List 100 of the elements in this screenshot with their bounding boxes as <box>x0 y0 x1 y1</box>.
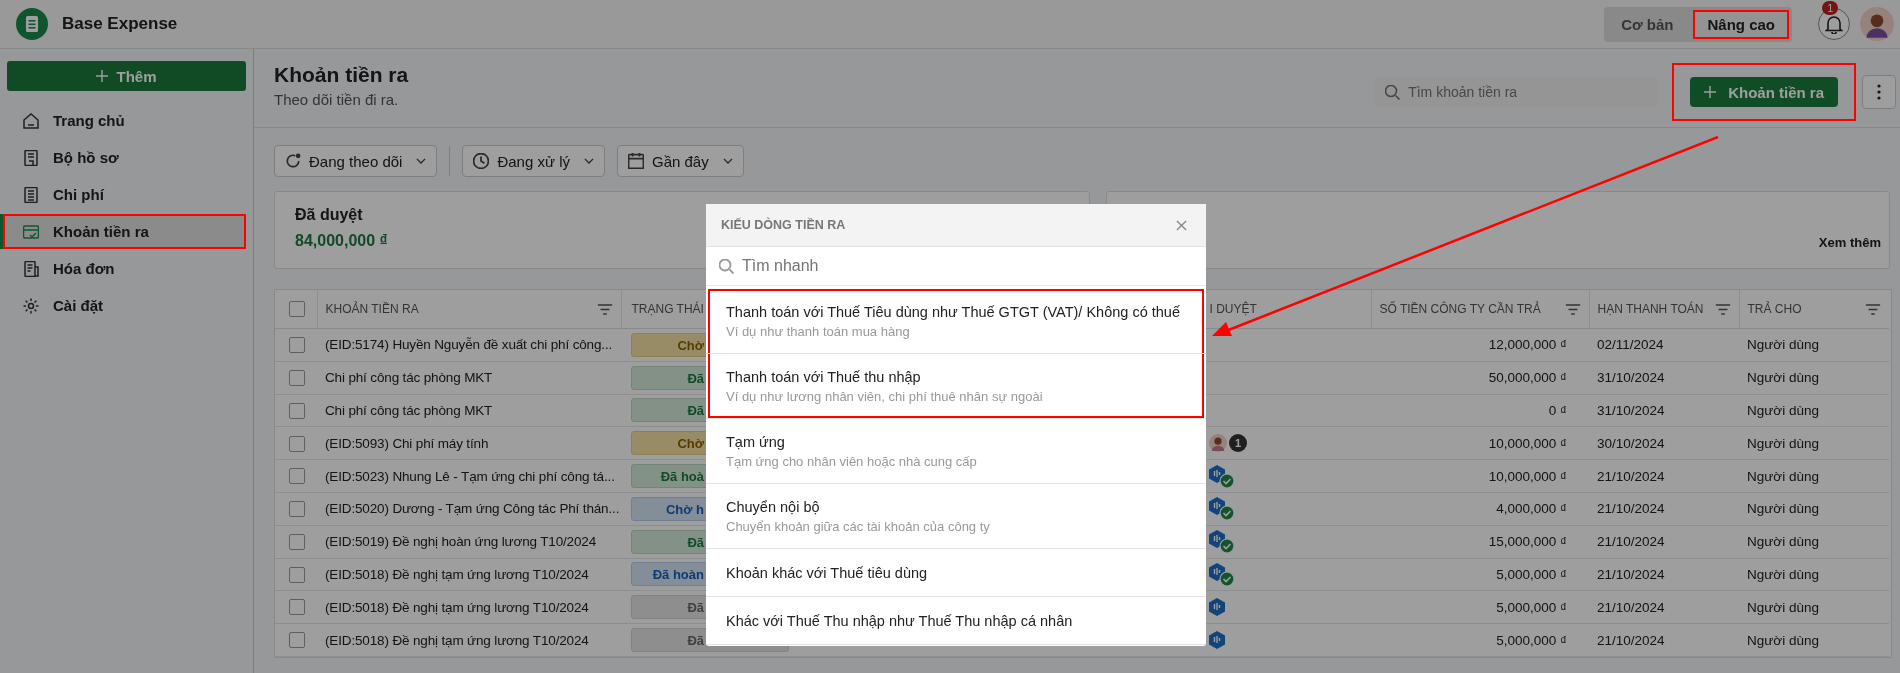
page-subtitle: Theo dõi tiền đi ra. <box>274 91 400 108</box>
table-cell: (EID:5018) Đề nghị tạm ứng lương T10/2024 <box>325 599 589 615</box>
table-cell: 31/10/2024 <box>1597 370 1665 386</box>
filter-icon[interactable] <box>1865 303 1881 315</box>
table-cell: 21/10/2024 <box>1597 632 1665 648</box>
flow-type-option[interactable]: Khác với Thuế Thu nhập như Thuế Thu nhập cá nhân <box>706 597 1206 645</box>
summary-amount: 84,000,000 ₫ <box>295 232 388 250</box>
table-cell: (EID:5093) Chi phí máy tính <box>325 435 489 451</box>
table-cell: 31/10/2024 <box>1597 403 1665 418</box>
row-checkbox[interactable] <box>289 566 305 583</box>
table-cell: Người dùng <box>1747 632 1819 648</box>
caret-icon <box>416 158 427 164</box>
search-field[interactable]: Tìm khoản tiền ra <box>1374 77 1659 107</box>
plus-icon <box>96 70 109 82</box>
home-icon <box>23 112 39 129</box>
row-checkbox[interactable] <box>289 501 305 518</box>
table-cell: 21/10/2024 <box>1597 599 1665 615</box>
column-header: TRẢ CHO <box>1747 302 1802 316</box>
table-cell: 0 ₫ <box>1548 403 1567 418</box>
nav-item[interactable]: Bộ hồ sơ <box>7 140 246 175</box>
table-cell: Chi phí công tác phòng MKT <box>325 370 493 386</box>
row-checkbox[interactable] <box>289 533 305 550</box>
table-cell: (EID:5023) Nhung Lê - Tạm ứng chi phí công tá... <box>325 468 615 484</box>
calendar-icon <box>628 153 644 169</box>
table-cell: 21/10/2024 <box>1597 534 1665 550</box>
column-header: KHOẢN TIỀN RA <box>325 302 419 316</box>
table-cell: 5,000,000 ₫ <box>1496 599 1567 615</box>
row-checkbox[interactable] <box>289 369 305 386</box>
page-title: Khoản tiền ra <box>274 63 409 87</box>
table-cell: 15,000,000 ₫ <box>1488 534 1567 550</box>
flow-type-option[interactable]: Chuyển nội bộ Chuyển khoản giữa các tài khoản của công ty <box>706 484 1206 549</box>
dialog-title: KIẾU DÒNG TIỀN RA <box>721 218 846 232</box>
table-cell: Người dùng <box>1747 403 1819 418</box>
clock-icon <box>473 153 490 169</box>
select-all-checkbox[interactable] <box>289 301 305 317</box>
flow-type-option[interactable]: Thanh toán với Thuế thu nhập Ví dụ như lương nhân viên, chi phí thuê nhân sự ngoài <box>706 354 1206 419</box>
row-checkbox[interactable] <box>289 599 305 616</box>
row-checkbox[interactable] <box>289 337 305 354</box>
table-cell: Người dùng <box>1747 370 1819 386</box>
filter-icon[interactable] <box>1564 303 1581 315</box>
table-cell: (EID:5018) Đề nghị tạm ứng lương T10/2024 <box>325 566 589 582</box>
column-header: I DUYỆT <box>1209 302 1257 316</box>
row-checkbox[interactable] <box>289 435 305 452</box>
nav-item[interactable]: Khoản tiền ra <box>0 214 246 249</box>
row-checkbox[interactable] <box>289 632 305 649</box>
quick-search-field[interactable]: Tìm nhanh <box>706 247 1206 285</box>
notification-badge: 1 <box>1822 0 1839 15</box>
table-cell: Chi phí công tác phòng MKT <box>325 403 493 418</box>
table-cell: Người dùng <box>1747 435 1819 451</box>
caret-icon <box>584 158 594 164</box>
table-cell: Người dùng <box>1747 566 1819 582</box>
flow-type-option[interactable]: Thanh toán với Thuế Tiêu dùng như Thuế GTGT (VAT)/ Không có thuế Ví dụ như thanh toán mua hàng <box>706 289 1206 354</box>
add-outflow-button[interactable]: Khoản tiền ra <box>1690 77 1838 107</box>
nav-item[interactable]: Chi phí <box>7 177 246 212</box>
table-cell: 21/10/2024 <box>1597 566 1665 582</box>
table-cell: (EID:5020) Dương - Tạm ứng Công tác Phí thán... <box>325 501 620 517</box>
table-cell: 5,000,000 ₫ <box>1496 566 1567 582</box>
table-cell: 50,000,000 ₫ <box>1488 370 1567 386</box>
close-icon <box>1176 219 1187 231</box>
table-cell: (EID:5019) Đề nghị hoàn ứng lương T10/2024 <box>325 534 597 550</box>
nav-item[interactable]: Cài đặt <box>7 288 246 323</box>
mode-option[interactable]: Cơ bản <box>1607 9 1688 39</box>
add-button[interactable]: Thêm <box>7 61 246 91</box>
filter-dropdown[interactable]: Đang xử lý <box>462 145 605 177</box>
table-cell: (EID:5018) Đề nghị tạm ứng lương T10/2024 <box>325 632 589 648</box>
logo-icon <box>16 8 48 40</box>
flow-type-option[interactable]: Khoản khác với Thuế tiêu dùng <box>706 549 1206 597</box>
row-checkbox[interactable] <box>289 402 305 419</box>
filter-icon[interactable] <box>1714 303 1731 315</box>
mode-option[interactable]: Nâng cao <box>1693 9 1789 39</box>
column-header: TRẠNG THÁI <box>631 302 704 316</box>
filter-icon[interactable] <box>596 303 613 315</box>
table-cell: 4,000,000 ₫ <box>1496 501 1567 517</box>
table-cell: (EID:5174) Huyền Nguyễn đề xuất chi phí công... <box>325 337 613 353</box>
app-name: Base Expense <box>62 14 178 34</box>
more-button[interactable] <box>1862 75 1896 109</box>
table-cell: 12,000,000 ₫ <box>1488 337 1567 353</box>
approver-count: 1 <box>1229 434 1247 453</box>
see-more-link[interactable]: Xem thêm <box>1818 234 1881 250</box>
document-icon <box>23 149 39 166</box>
receipt-icon <box>23 260 39 277</box>
table-cell: Người dùng <box>1747 337 1819 353</box>
plus-icon <box>1704 86 1717 98</box>
table-cell: 10,000,000 ₫ <box>1488 468 1567 484</box>
table-cell: Người dùng <box>1747 501 1819 517</box>
user-avatar[interactable] <box>1860 7 1894 41</box>
nav-item[interactable]: Trang chủ <box>7 103 246 138</box>
table-cell: 21/10/2024 <box>1597 468 1665 484</box>
caret-icon <box>722 158 733 164</box>
nav-item[interactable]: Hóa đơn <box>7 251 246 286</box>
table-cell: 30/10/2024 <box>1597 435 1665 451</box>
list-icon <box>23 186 39 203</box>
table-cell: 21/10/2024 <box>1597 501 1665 517</box>
filter-dropdown[interactable]: Đang theo dõi <box>274 145 438 177</box>
column-header: SỐ TIỀN CÔNG TY CẦN TRẢ <box>1379 302 1541 316</box>
filter-dropdown[interactable]: Gần đây <box>617 145 744 177</box>
row-checkbox[interactable] <box>289 468 305 485</box>
table-cell: Người dùng <box>1747 599 1819 615</box>
flow-type-option[interactable]: Tạm ứng Tạm ứng cho nhân viên hoặc nhà cung cấp <box>706 419 1206 484</box>
column-header: HẠN THANH TOÁN <box>1597 302 1704 316</box>
